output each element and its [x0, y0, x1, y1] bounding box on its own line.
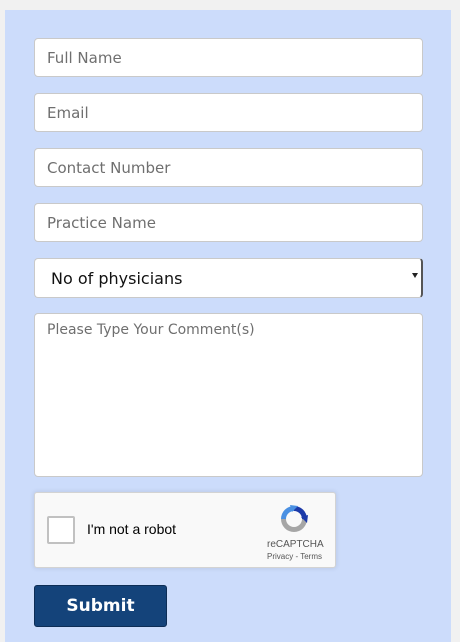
recaptcha-brand: reCAPTCHA	[267, 539, 324, 550]
recaptcha-checkbox[interactable]	[47, 516, 75, 544]
submit-button[interactable]: Submit	[34, 585, 167, 627]
recaptcha-widget: I'm not a robot reCAPTCHA Privacy - Term…	[34, 492, 336, 568]
recaptcha-label: I'm not a robot	[87, 521, 177, 537]
contact-number-input[interactable]	[34, 148, 423, 187]
comments-textarea[interactable]	[34, 313, 423, 477]
physicians-select-value: No of physicians	[51, 269, 183, 288]
recaptcha-privacy-link[interactable]: Privacy	[267, 552, 293, 561]
page: No of physicians I'm not a robot reCAPTC…	[0, 0, 460, 642]
recaptcha-terms-link[interactable]: Terms	[300, 552, 322, 561]
email-input[interactable]	[34, 93, 423, 132]
recaptcha-links: Privacy - Terms	[267, 552, 322, 561]
practice-name-input[interactable]	[34, 203, 423, 242]
recaptcha-logo-icon	[281, 505, 308, 532]
full-name-input[interactable]	[34, 38, 423, 77]
chevron-down-icon	[412, 273, 418, 278]
top-strip	[0, 0, 460, 10]
physicians-select[interactable]: No of physicians	[34, 258, 423, 298]
